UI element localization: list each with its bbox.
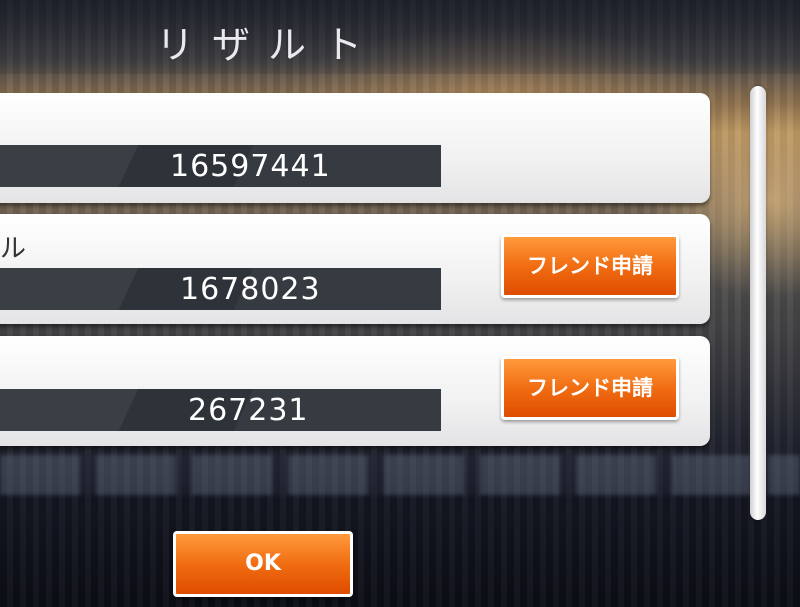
score-value: 1678023 — [180, 272, 321, 307]
ok-button[interactable]: OK — [173, 531, 353, 597]
result-row: 16597441 — [0, 93, 710, 203]
scrollbar[interactable] — [750, 86, 766, 520]
page-title: リザルト — [156, 23, 381, 67]
score-bar: 1678023 — [0, 268, 441, 310]
header-bar: リザルト — [0, 0, 800, 74]
friend-request-button[interactable]: フレンド申請 — [501, 234, 679, 298]
score-value: 267231 — [188, 393, 309, 428]
score-bar: 16597441 — [0, 145, 441, 187]
result-screen: リザルト 16597441 ル 1678023 フレンド申請 267231 フレ… — [0, 0, 800, 607]
score-value: 16597441 — [170, 149, 331, 184]
player-name: ル — [0, 234, 27, 264]
friend-request-button[interactable]: フレンド申請 — [501, 356, 679, 420]
score-bar: 267231 — [0, 389, 441, 431]
background-cityscape — [0, 455, 800, 495]
result-row: 267231 フレンド申請 — [0, 336, 710, 446]
result-row: ル 1678023 フレンド申請 — [0, 214, 710, 324]
